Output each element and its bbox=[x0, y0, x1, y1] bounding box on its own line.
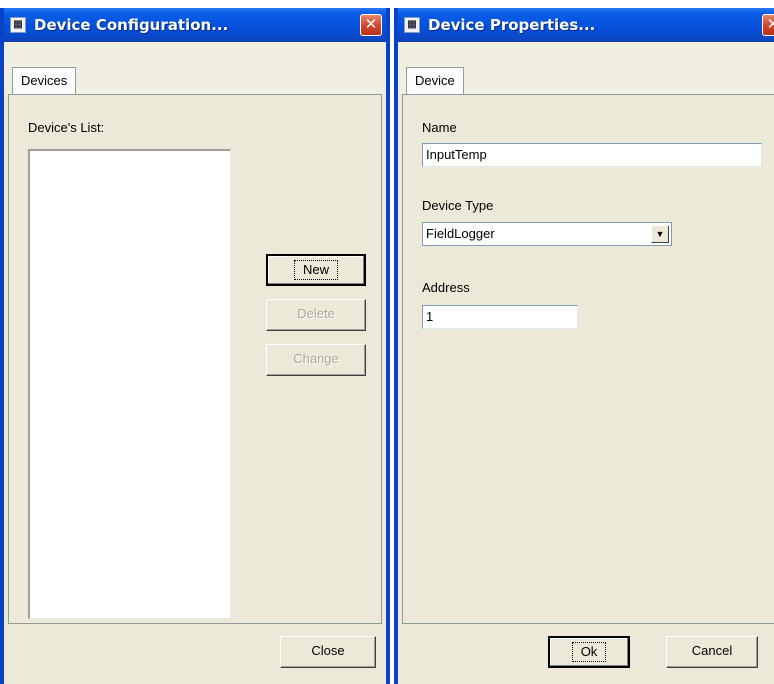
tab-devices[interactable]: Devices bbox=[12, 67, 77, 95]
tab-strip: Devices bbox=[4, 42, 386, 95]
window-title: Device Properties... bbox=[428, 16, 596, 34]
device-type-select[interactable]: FieldLogger ▼ bbox=[422, 222, 672, 246]
app-icon[interactable]: ▦ bbox=[404, 17, 420, 33]
close-button[interactable]: Close bbox=[280, 636, 376, 668]
tab-device[interactable]: Device bbox=[406, 67, 464, 95]
address-label: Address bbox=[422, 280, 470, 295]
close-icon[interactable]: ✕ bbox=[762, 14, 774, 36]
window-title: Device Configuration... bbox=[34, 16, 229, 34]
app-icon[interactable]: ▦ bbox=[10, 17, 26, 33]
change-button[interactable]: Change bbox=[266, 344, 366, 376]
ok-button[interactable]: Ok bbox=[548, 636, 630, 668]
address-field[interactable]: 1 bbox=[422, 305, 578, 329]
dialog-footer: Close bbox=[4, 624, 386, 684]
name-label: Name bbox=[422, 120, 457, 135]
delete-button[interactable]: Delete bbox=[266, 299, 366, 331]
new-button[interactable]: New bbox=[266, 254, 366, 286]
device-tab-panel bbox=[402, 94, 774, 624]
device-properties-window: ▦ Device Properties... ✕ Device Name Inp… bbox=[394, 8, 774, 684]
cancel-button-label: Cancel bbox=[691, 643, 733, 658]
device-configuration-window: ▦ Device Configuration... ✕ Devices Devi… bbox=[0, 8, 390, 684]
chevron-down-icon[interactable]: ▼ bbox=[651, 225, 669, 243]
change-button-label: Change bbox=[293, 351, 339, 366]
tab-strip: Device bbox=[398, 42, 774, 95]
device-type-label: Device Type bbox=[422, 198, 494, 213]
delete-button-label: Delete bbox=[297, 306, 335, 321]
devices-listbox[interactable] bbox=[28, 149, 231, 619]
dialog-footer: Ok Cancel bbox=[398, 624, 774, 684]
device-type-value: FieldLogger bbox=[426, 226, 495, 241]
ok-button-label: Ok bbox=[571, 642, 607, 662]
title-bar[interactable]: ▦ Device Properties... ✕ bbox=[398, 8, 774, 42]
new-button-label: New bbox=[293, 260, 338, 280]
close-icon[interactable]: ✕ bbox=[360, 14, 382, 36]
devices-list-label: Device's List: bbox=[28, 120, 105, 135]
close-button-label: Close bbox=[311, 643, 345, 658]
title-bar[interactable]: ▦ Device Configuration... ✕ bbox=[4, 8, 386, 42]
cancel-button[interactable]: Cancel bbox=[666, 636, 758, 668]
name-field[interactable]: InputTemp bbox=[422, 143, 762, 167]
